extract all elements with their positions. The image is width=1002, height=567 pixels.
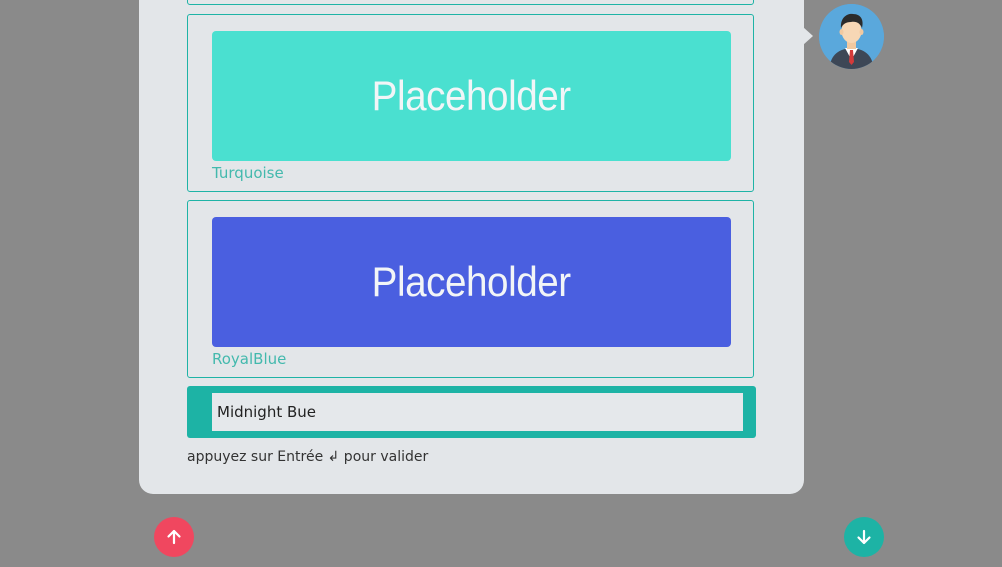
answer-input[interactable] bbox=[212, 393, 743, 431]
color-swatch-turquoise: Placeholder bbox=[212, 31, 731, 161]
option-card-royalblue[interactable]: Placeholder RoyalBlue bbox=[187, 200, 754, 378]
next-question-button[interactable] bbox=[844, 517, 884, 557]
speech-pointer bbox=[803, 27, 813, 45]
answer-input-wrapper bbox=[187, 386, 756, 438]
previous-question-button[interactable] bbox=[154, 517, 194, 557]
previous-option-card[interactable] bbox=[187, 0, 754, 5]
enter-hint: appuyez sur Entrée ↲ pour valider bbox=[187, 449, 429, 465]
survey-stage: Placeholder Turquoise Placeholder RoyalB… bbox=[0, 0, 1002, 567]
arrow-down-icon bbox=[857, 529, 871, 545]
option-label: Turquoise bbox=[212, 164, 284, 182]
placeholder-text: Placeholder bbox=[371, 72, 572, 119]
color-swatch-royalblue: Placeholder bbox=[212, 217, 731, 347]
avatar bbox=[819, 4, 884, 69]
businessman-avatar-icon bbox=[819, 4, 884, 69]
option-label: RoyalBlue bbox=[212, 350, 287, 368]
placeholder-text: Placeholder bbox=[371, 258, 572, 305]
option-card-turquoise[interactable]: Placeholder Turquoise bbox=[187, 14, 754, 192]
arrow-up-icon bbox=[167, 529, 181, 545]
